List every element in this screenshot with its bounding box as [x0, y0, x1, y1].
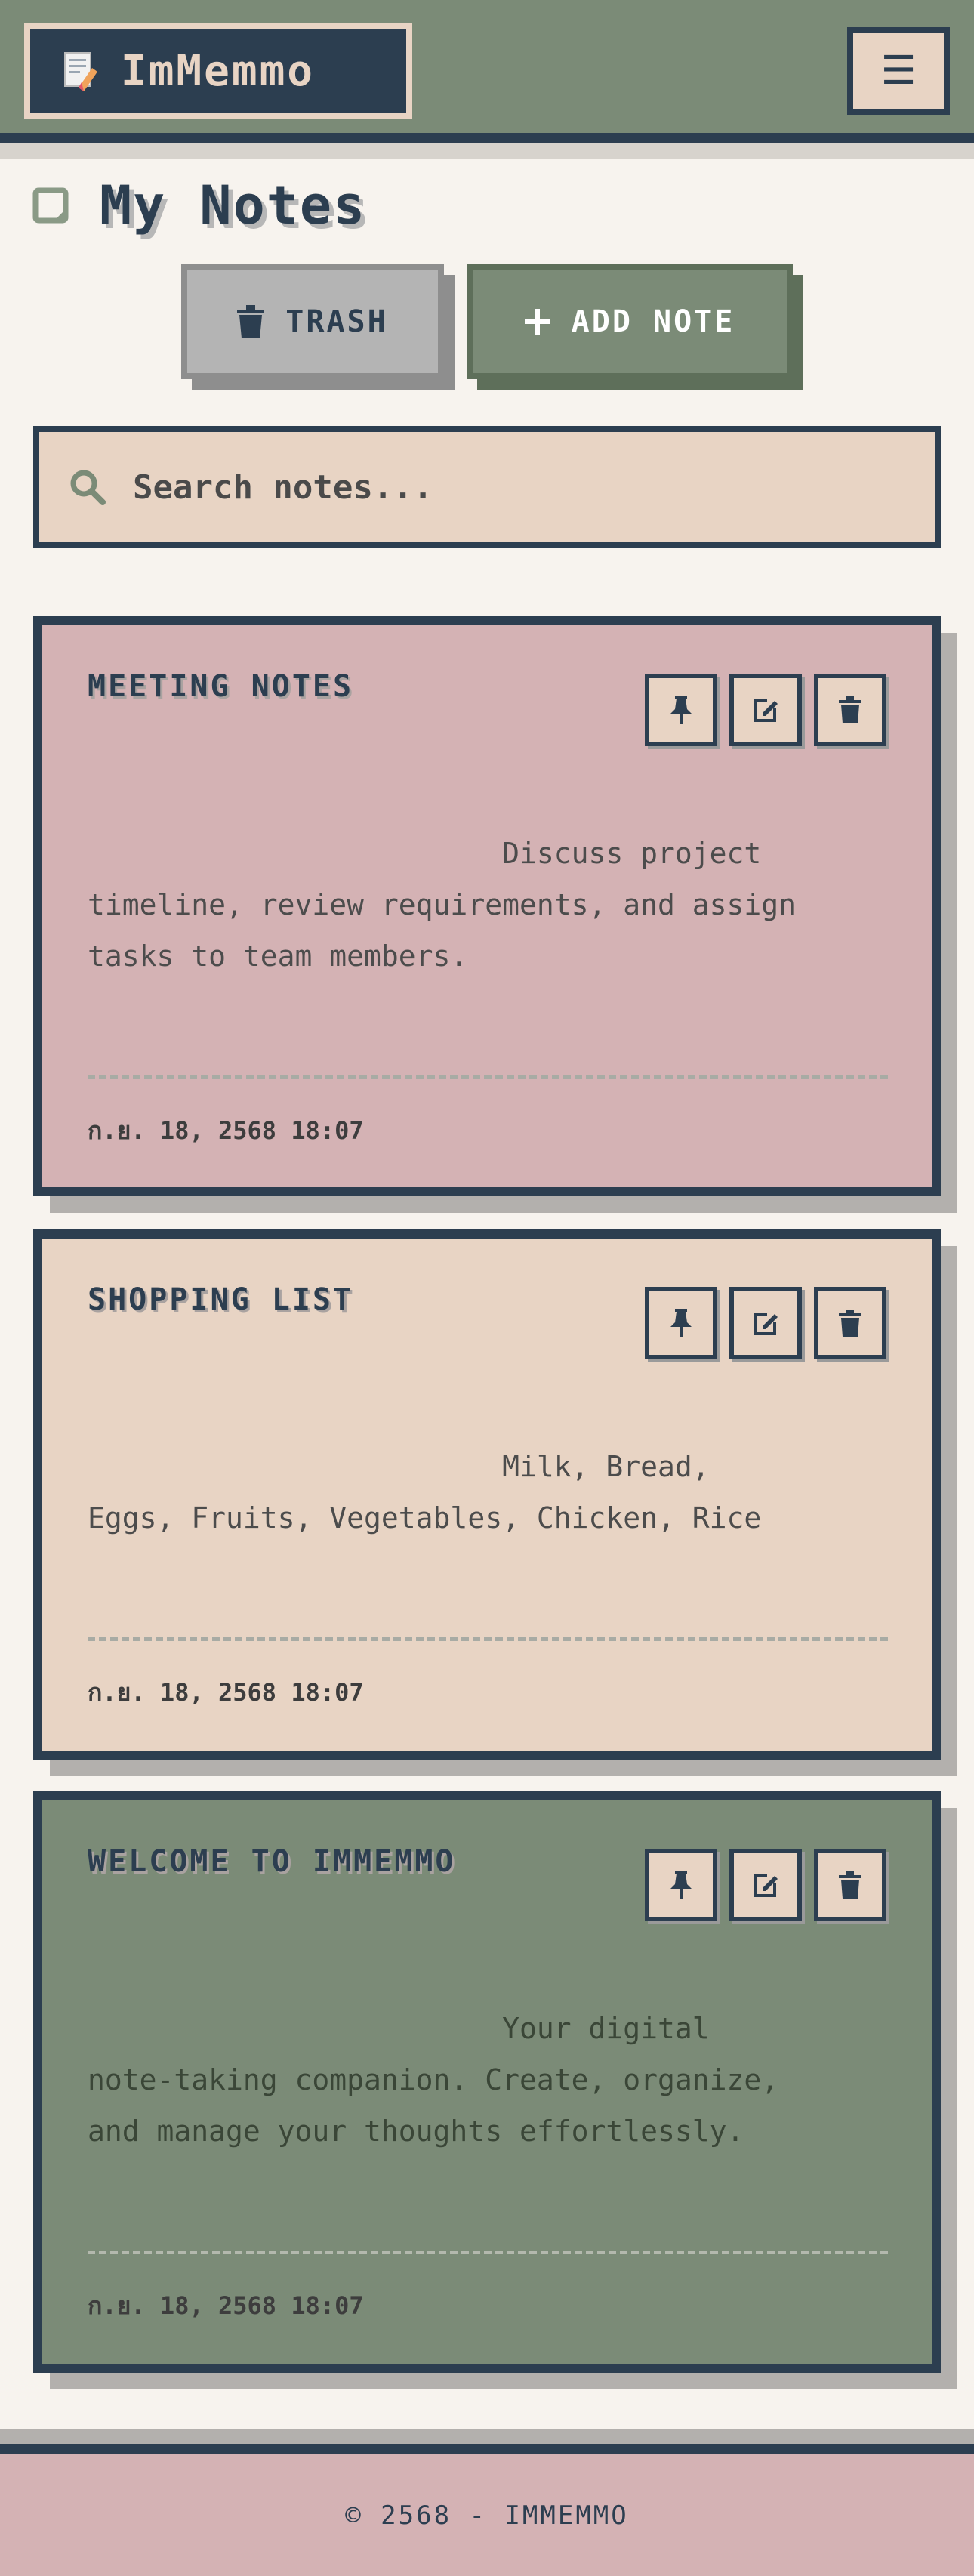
note-card[interactable]: MEETING NOTES Discuss project timeline, …: [33, 616, 941, 1196]
pin-button[interactable]: [645, 1287, 717, 1359]
edit-button[interactable]: [729, 1849, 802, 1921]
trash-icon: [839, 696, 861, 723]
page-heading: My Notes: [32, 174, 367, 236]
edit-icon: [754, 699, 778, 722]
note-body: Your digital note-taking companion. Crea…: [88, 2012, 779, 2148]
note-divider: [88, 1637, 888, 1641]
footer-copyright: © 2568 - IMMEMMO: [345, 2500, 629, 2531]
note-title: MEETING NOTES: [88, 669, 354, 704]
notepad-pencil-icon: [64, 52, 97, 91]
trash-icon: [237, 305, 265, 338]
search-input[interactable]: [133, 467, 888, 507]
plus-icon: [524, 309, 550, 335]
app-name: ImMemmo: [121, 46, 316, 96]
hamburger-menu-icon: ☰: [880, 48, 917, 94]
edit-button[interactable]: [729, 674, 802, 746]
search-icon: [69, 469, 106, 505]
add-note-button[interactable]: ADD NOTE: [467, 264, 793, 379]
edit-icon: [754, 1874, 778, 1897]
note-body: Milk, Bread, Eggs, Fruits, Vegetables, C…: [88, 1450, 762, 1535]
note-body: Discuss project timeline, review require…: [88, 837, 796, 973]
note-actions: [645, 1849, 886, 1921]
pin-icon: [670, 696, 692, 724]
note-date: ก.ย. 18, 2568 18:07: [88, 1116, 364, 1145]
app-header: ImMemmo ☰: [0, 0, 974, 159]
edit-icon: [754, 1313, 778, 1335]
pin-button[interactable]: [645, 1849, 717, 1921]
note-actions: [645, 1287, 886, 1359]
note-divider: [88, 1075, 888, 1079]
delete-button[interactable]: [814, 674, 886, 746]
add-note-button-label: ADD NOTE: [571, 304, 735, 339]
note-actions: [645, 674, 886, 746]
pin-icon: [670, 1309, 692, 1337]
delete-button[interactable]: [814, 1849, 886, 1921]
pin-button[interactable]: [645, 674, 717, 746]
note-title: WELCOME TO IMMEMMO: [88, 1844, 456, 1879]
note-title: SHOPPING LIST: [88, 1282, 354, 1317]
page-footer: © 2568 - IMMEMMO: [0, 2429, 974, 2576]
trash-button-label: TRASH: [285, 304, 388, 339]
note-card[interactable]: WELCOME TO IMMEMMO Your digital note-tak…: [33, 1791, 941, 2373]
trash-icon: [839, 1310, 861, 1337]
note-square-icon: [32, 187, 69, 224]
note-divider: [88, 2251, 888, 2254]
menu-button[interactable]: ☰: [847, 27, 950, 115]
note-date: ก.ย. 18, 2568 18:07: [88, 1678, 364, 1707]
page-title: My Notes: [100, 174, 367, 236]
search-bar: [33, 426, 941, 548]
pin-icon: [670, 1871, 692, 1899]
edit-button[interactable]: [729, 1287, 802, 1359]
note-date: ก.ย. 18, 2568 18:07: [88, 2291, 364, 2320]
trash-button[interactable]: TRASH: [181, 264, 444, 379]
trash-icon: [839, 1871, 861, 1899]
delete-button[interactable]: [814, 1287, 886, 1359]
note-card[interactable]: SHOPPING LIST Milk, Bread, Eggs, Fruits,…: [33, 1229, 941, 1760]
app-logo[interactable]: ImMemmo: [24, 23, 412, 119]
